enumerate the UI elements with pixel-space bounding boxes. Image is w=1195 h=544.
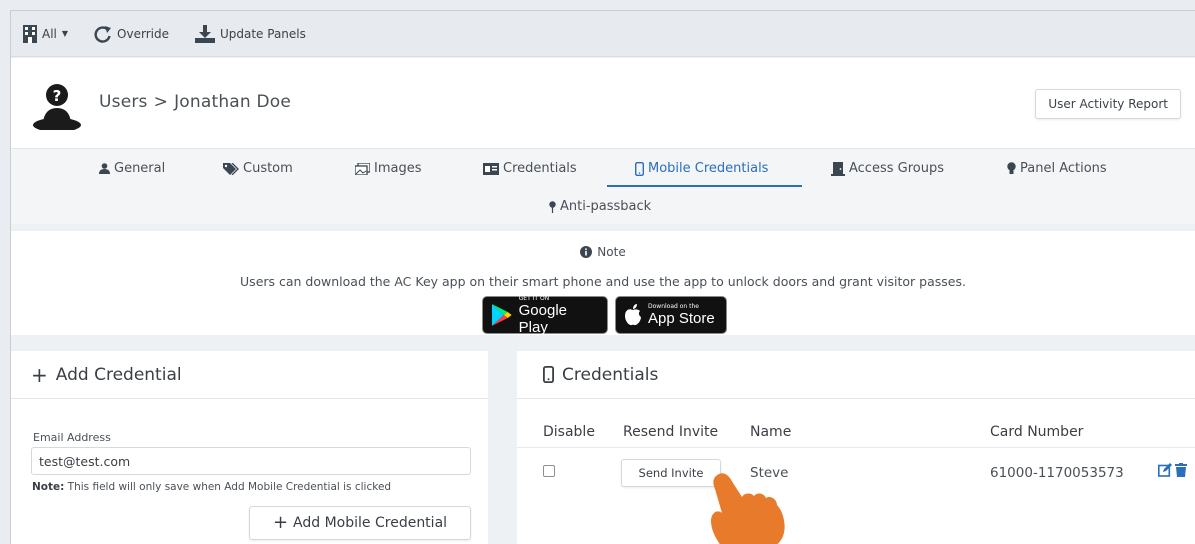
app-store-badge[interactable]: Download on the App Store (615, 296, 727, 334)
plus-icon: + (272, 512, 289, 533)
email-label: Email Address (33, 431, 111, 444)
column-header-disable: Disable (543, 424, 595, 440)
refresh-icon (94, 25, 112, 43)
plus-icon: + (31, 362, 48, 387)
pointing-hand-icon (711, 473, 785, 544)
app-store-big-text: App Store (648, 310, 715, 327)
note-text: Users can download the AC Key app on the… (240, 274, 966, 289)
breadcrumb: Users > Jonathan Doe (99, 92, 291, 112)
tab-general-label: General (114, 161, 166, 176)
column-header-name: Name (750, 424, 792, 440)
note-bold-label: Note: (32, 481, 65, 493)
add-mobile-credential-label: Add Mobile Credential (293, 515, 448, 531)
google-play-badge[interactable]: GET IT ON Google Play (482, 294, 608, 336)
tab-mobile-credentials-label: Mobile Credentials (648, 161, 769, 176)
apple-icon (625, 304, 641, 326)
google-play-big-text: Google Play (518, 301, 568, 336)
credentials-header: Credentials (517, 351, 1195, 399)
tab-access-groups[interactable]: Access Groups (831, 161, 944, 176)
column-header-resend-invite: Resend Invite (623, 424, 719, 440)
tags-icon (223, 162, 239, 175)
mobile-phone-icon (635, 161, 644, 176)
user-header: ? Users > Jonathan Doe User Activity Repor… (11, 58, 1195, 148)
email-field[interactable] (31, 447, 471, 475)
app-store-small-text: Download on the (648, 303, 699, 310)
add-credential-title: Add Credential (55, 364, 182, 385)
note-heading: Note (11, 245, 1195, 259)
tab-access-groups-label: Access Groups (849, 161, 944, 176)
tab-images-label: Images (374, 161, 422, 176)
breadcrumb-current-user: Jonathan Doe (174, 92, 292, 112)
tab-images[interactable]: Images (355, 161, 422, 176)
tab-panel-actions-label: Panel Actions (1020, 161, 1107, 176)
update-panels-label: Update Panels (219, 26, 306, 41)
column-header-card-number: Card Number (990, 424, 1084, 440)
trash-icon[interactable] (1175, 463, 1187, 477)
mobile-app-note: Note Users can download the AC Key app o… (11, 231, 1195, 336)
user-tabs: General Custom Images Credentials Mobile… (11, 148, 1195, 224)
note-body: This field will only save when Add Mobil… (64, 481, 392, 493)
tab-panel-actions[interactable]: Panel Actions (1007, 161, 1107, 176)
note-title: Note (597, 245, 626, 259)
map-marker-icon (549, 200, 556, 213)
add-credential-panel: + Add Credential Email Address Note: Thi… (11, 351, 488, 544)
tab-general[interactable]: General (99, 161, 165, 176)
google-play-icon (491, 304, 512, 326)
breadcrumb-users[interactable]: Users (99, 92, 148, 112)
tab-custom-label: Custom (243, 161, 293, 176)
active-tab-indicator (607, 185, 802, 187)
update-panels-button[interactable]: Update Panels (194, 24, 306, 43)
tab-custom[interactable]: Custom (223, 161, 293, 176)
anonymous-user-avatar: ? (33, 84, 81, 130)
user-activity-report-button[interactable]: User Activity Report (1035, 89, 1181, 119)
google-play-small-text: GET IT ON (518, 294, 550, 302)
info-circle-icon (580, 246, 593, 258)
id-card-icon (483, 162, 499, 175)
add-credential-header: + Add Credential (11, 351, 488, 399)
add-mobile-credential-button[interactable]: + Add Mobile Credential (249, 506, 471, 540)
email-field-note: Note: This field will only save when Add… (32, 481, 391, 493)
svg-text:?: ? (53, 87, 62, 105)
tab-credentials[interactable]: Credentials (483, 161, 577, 176)
caret-down-icon: ▼ (61, 29, 69, 38)
table-header-divider (517, 447, 1195, 448)
download-icon (194, 24, 215, 43)
door-icon (831, 161, 845, 176)
tab-anti-passback-label: Anti-passback (560, 199, 652, 214)
credentials-panel: Credentials Disable Resend Invite Name C… (517, 351, 1195, 544)
tab-anti-passback[interactable]: Anti-passback (549, 199, 651, 214)
top-toolbar: All ▼ Override Update Panels (11, 11, 1195, 57)
mobile-phone-icon (543, 366, 554, 383)
breadcrumb-separator: > (153, 92, 169, 112)
user-icon (99, 163, 110, 174)
app-frame: All ▼ Override Update Panels ? Users > J… (10, 10, 1195, 544)
credential-card-number: 61000-1170053573 (990, 465, 1124, 481)
disable-checkbox[interactable] (543, 465, 555, 477)
override-label: Override (117, 26, 169, 41)
tab-mobile-credentials[interactable]: Mobile Credentials (635, 161, 768, 176)
site-filter-label: All (42, 26, 57, 41)
credentials-title: Credentials (562, 364, 659, 385)
site-filter-dropdown[interactable]: All ▼ (23, 24, 69, 43)
building-icon (23, 24, 37, 43)
override-button[interactable]: Override (94, 25, 169, 43)
edit-icon[interactable] (1158, 463, 1172, 477)
lightbulb-icon (1007, 162, 1016, 174)
tab-credentials-label: Credentials (503, 161, 577, 176)
images-icon (355, 162, 370, 175)
